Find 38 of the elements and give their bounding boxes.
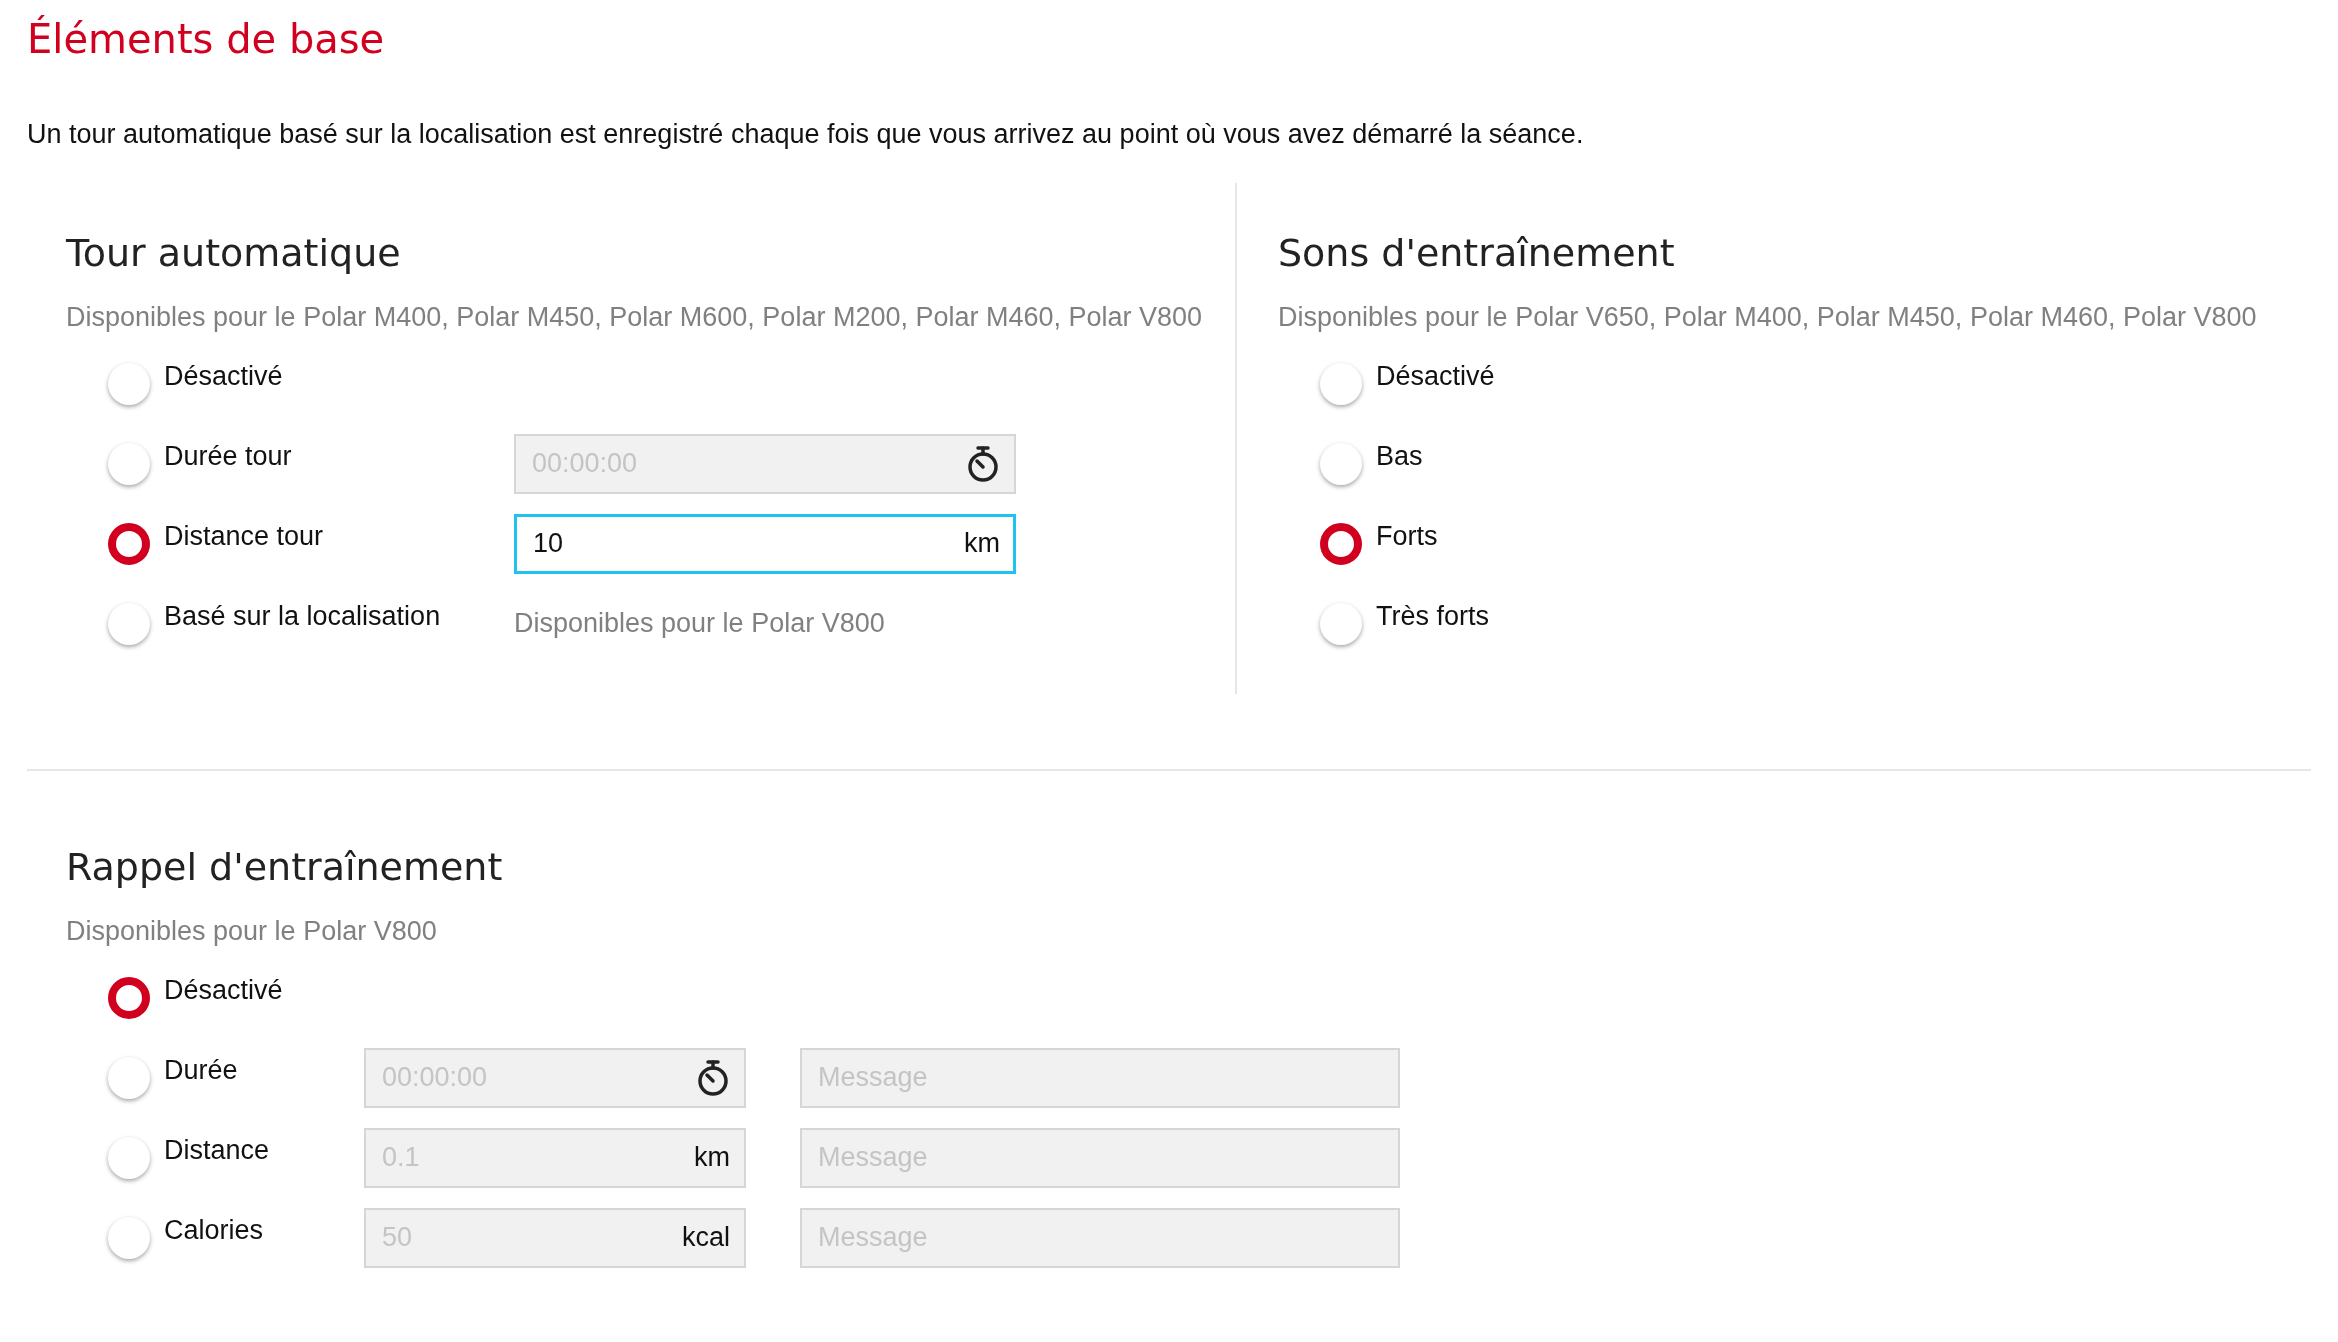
radio-button[interactable] [1320, 362, 1362, 405]
radio-button[interactable] [1320, 442, 1362, 485]
section-heading: Rappel d'entraînement [66, 843, 504, 891]
availability-text: Disponibles pour le Polar V800 [514, 607, 885, 641]
option-label: Bas [1376, 439, 1423, 473]
radio-button[interactable] [108, 1136, 150, 1179]
option-label: Calories [164, 1213, 265, 1247]
radio-button[interactable] [108, 976, 150, 1019]
intro-text: Un tour automatique basé sur la localisation est enregistré chaque fois que vous arrivez au point où vous avez démarré la séance. [27, 118, 1585, 151]
radio-button[interactable] [108, 362, 150, 405]
unit-label: kcal [682, 1221, 730, 1255]
radio-button[interactable] [108, 442, 150, 485]
option-label: Désactivé [1376, 359, 1495, 393]
stopwatch-icon [696, 1058, 730, 1097]
option-label: Durée [164, 1053, 239, 1087]
availability-text: Disponibles pour le Polar M400, Polar M450, Polar M600, Polar M200, Polar M460, Polar V800 [66, 300, 1204, 334]
option-label: Distance [164, 1133, 271, 1167]
unit-label: km [694, 1141, 730, 1175]
stopwatch-icon [966, 444, 1000, 483]
radio-button[interactable] [1320, 522, 1362, 565]
radio-button[interactable] [108, 522, 150, 565]
radio-button[interactable] [108, 602, 150, 645]
page-title: Éléments de base [27, 14, 386, 64]
option-label: Durée tour [164, 439, 293, 473]
radio-button[interactable] [108, 1056, 150, 1099]
section-heading: Tour automatique [66, 229, 402, 277]
option-label: Distance tour [164, 519, 325, 553]
option-label: Forts [1376, 519, 1438, 553]
section-heading: Sons d'entraînement [1278, 229, 1676, 277]
radio-button[interactable] [108, 1216, 150, 1259]
option-label: Désactivé [164, 973, 283, 1007]
unit-label: km [964, 527, 1000, 561]
availability-text: Disponibles pour le Polar V650, Polar M400, Polar M450, Polar M460, Polar V800 [1278, 300, 2258, 334]
option-label: Basé sur la localisation [164, 599, 442, 633]
availability-text: Disponibles pour le Polar V800 [66, 914, 438, 948]
option-label: Désactivé [164, 359, 283, 393]
option-label: Très forts [1376, 599, 1489, 633]
radio-button[interactable] [1320, 602, 1362, 645]
